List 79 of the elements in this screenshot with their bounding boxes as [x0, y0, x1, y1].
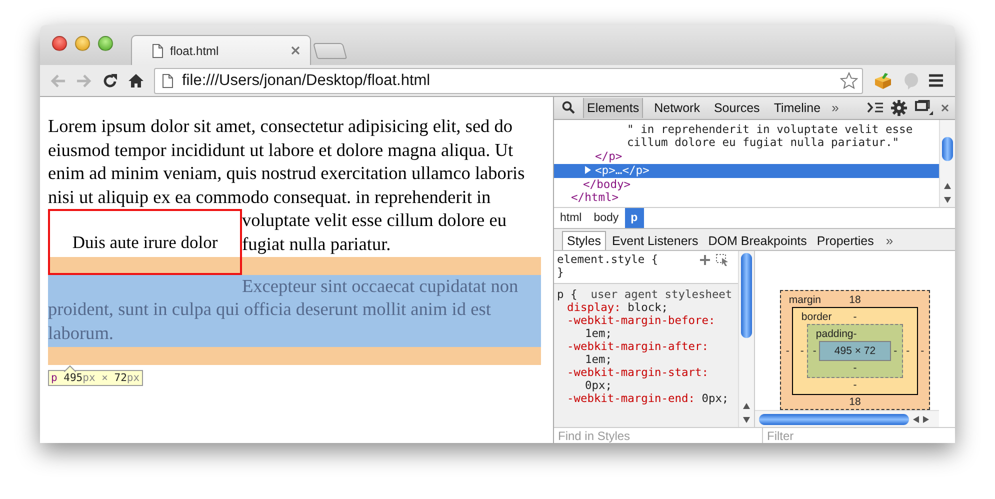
scroll-left-icon[interactable] [913, 416, 919, 423]
scroll-thumb[interactable] [741, 253, 752, 338]
search-icon[interactable] [562, 101, 575, 114]
style-rule-selector: element.style { [557, 253, 658, 266]
devtools-tab[interactable]: Timeline [770, 98, 824, 118]
paragraph-text: voluptate velit esse cillum dolore eu fugiat nulla pariatur. [242, 209, 508, 256]
css-property: -webkit-margin-start: 0px; [566, 366, 710, 392]
zoom-window-button[interactable] [98, 36, 113, 51]
style-rule-selector: p { [557, 288, 578, 302]
scrollbar[interactable] [738, 251, 754, 428]
box-label: border [801, 311, 832, 324]
box-value: 18 [848, 395, 862, 410]
box-label: padding [816, 328, 854, 340]
box-value: 18 [848, 293, 862, 308]
sidebar-tab[interactable]: Event Listeners [608, 232, 702, 250]
breadcrumb[interactable]: p [624, 208, 644, 228]
plus-icon[interactable] [700, 254, 710, 265]
page-icon [162, 74, 173, 88]
reload-icon[interactable] [102, 72, 118, 88]
css-property: -webkit-margin-after: 1em; [566, 340, 710, 366]
scroll-right-icon[interactable] [923, 416, 929, 423]
sidebar-tab[interactable]: Properties [812, 232, 878, 250]
sidebar-tab[interactable]: Styles [562, 231, 606, 250]
box-value: - [852, 378, 858, 392]
home-icon[interactable] [128, 73, 144, 88]
page-icon [152, 44, 163, 58]
scrollbar[interactable] [755, 410, 939, 428]
devtools-tab[interactable]: Sources [710, 98, 763, 118]
scroll-down-icon[interactable] [743, 417, 750, 424]
box-value: - [852, 310, 858, 324]
box-value: - [784, 344, 790, 358]
breadcrumb[interactable]: body [588, 208, 625, 228]
box-value: - [852, 361, 858, 376]
css-property: -webkit-margin-end: 0px; [566, 392, 730, 406]
box-value: - [920, 344, 926, 358]
more-tabs-button[interactable]: » [880, 231, 900, 250]
rule-brace: } [557, 266, 565, 280]
css-property: -webkit-margin-before: 1em; [566, 314, 716, 340]
dom-node[interactable]: " in reprehenderit in voluptate velit esse cillum dolore eu fugiat nulla pariatur." [554, 122, 939, 150]
scroll-down-icon[interactable] [944, 196, 951, 203]
minimize-window-button[interactable] [75, 36, 90, 51]
box-value: - [892, 344, 898, 358]
menu-icon[interactable] [929, 74, 943, 87]
dom-node[interactable]: </body> [554, 178, 939, 192]
element-picker-icon[interactable] [716, 254, 729, 266]
css-property: display: block; [566, 301, 670, 314]
close-tab-icon[interactable] [291, 46, 300, 55]
content-box: 495 × 72 [819, 341, 891, 362]
devtools-tab[interactable]: Elements [583, 98, 644, 118]
rule-origin: user agent stylesheet [590, 288, 732, 302]
box-value: - [799, 344, 805, 358]
paragraph-text: Excepteur sint occaecat cupidatat non proident, sunt in culpa qui officia deserunt mollit anim id est laborum. [48, 274, 541, 347]
floated-box: Duis aute irure dolor [48, 209, 242, 276]
scroll-thumb[interactable] [942, 137, 953, 162]
extension-box-icon[interactable] [873, 72, 893, 90]
breadcrumb[interactable]: html [554, 208, 588, 228]
scroll-up-icon[interactable] [743, 403, 750, 410]
dom-node[interactable]: </p> [554, 150, 939, 164]
browser-tab[interactable]: float.html [131, 35, 311, 65]
box-value: - [905, 344, 911, 358]
box-label: margin [788, 294, 822, 306]
dock-icon[interactable] [915, 100, 933, 116]
close-window-button[interactable] [52, 36, 67, 51]
dom-node[interactable]: </html> [554, 191, 939, 205]
scroll-up-icon[interactable] [944, 182, 951, 189]
dom-node[interactable]: <p>…</p> [554, 164, 939, 178]
tooltip-pointer [64, 365, 76, 372]
settings-icon[interactable] [891, 100, 907, 116]
close-icon[interactable] [941, 104, 949, 112]
box-value: - [852, 327, 858, 342]
address-bar[interactable]: file:///Users/jonan/Desktop/float.html [154, 68, 863, 94]
scrollbar[interactable] [939, 120, 955, 207]
devtools-tab[interactable]: Network [651, 98, 703, 118]
scroll-thumb[interactable] [759, 414, 909, 425]
console-drawer-icon[interactable] [867, 102, 883, 114]
more-tabs-button[interactable]: » [832, 100, 839, 116]
star-icon[interactable] [840, 72, 858, 89]
sidebar-tab[interactable]: DOM Breakpoints [704, 232, 811, 250]
box-value: - [812, 344, 818, 358]
